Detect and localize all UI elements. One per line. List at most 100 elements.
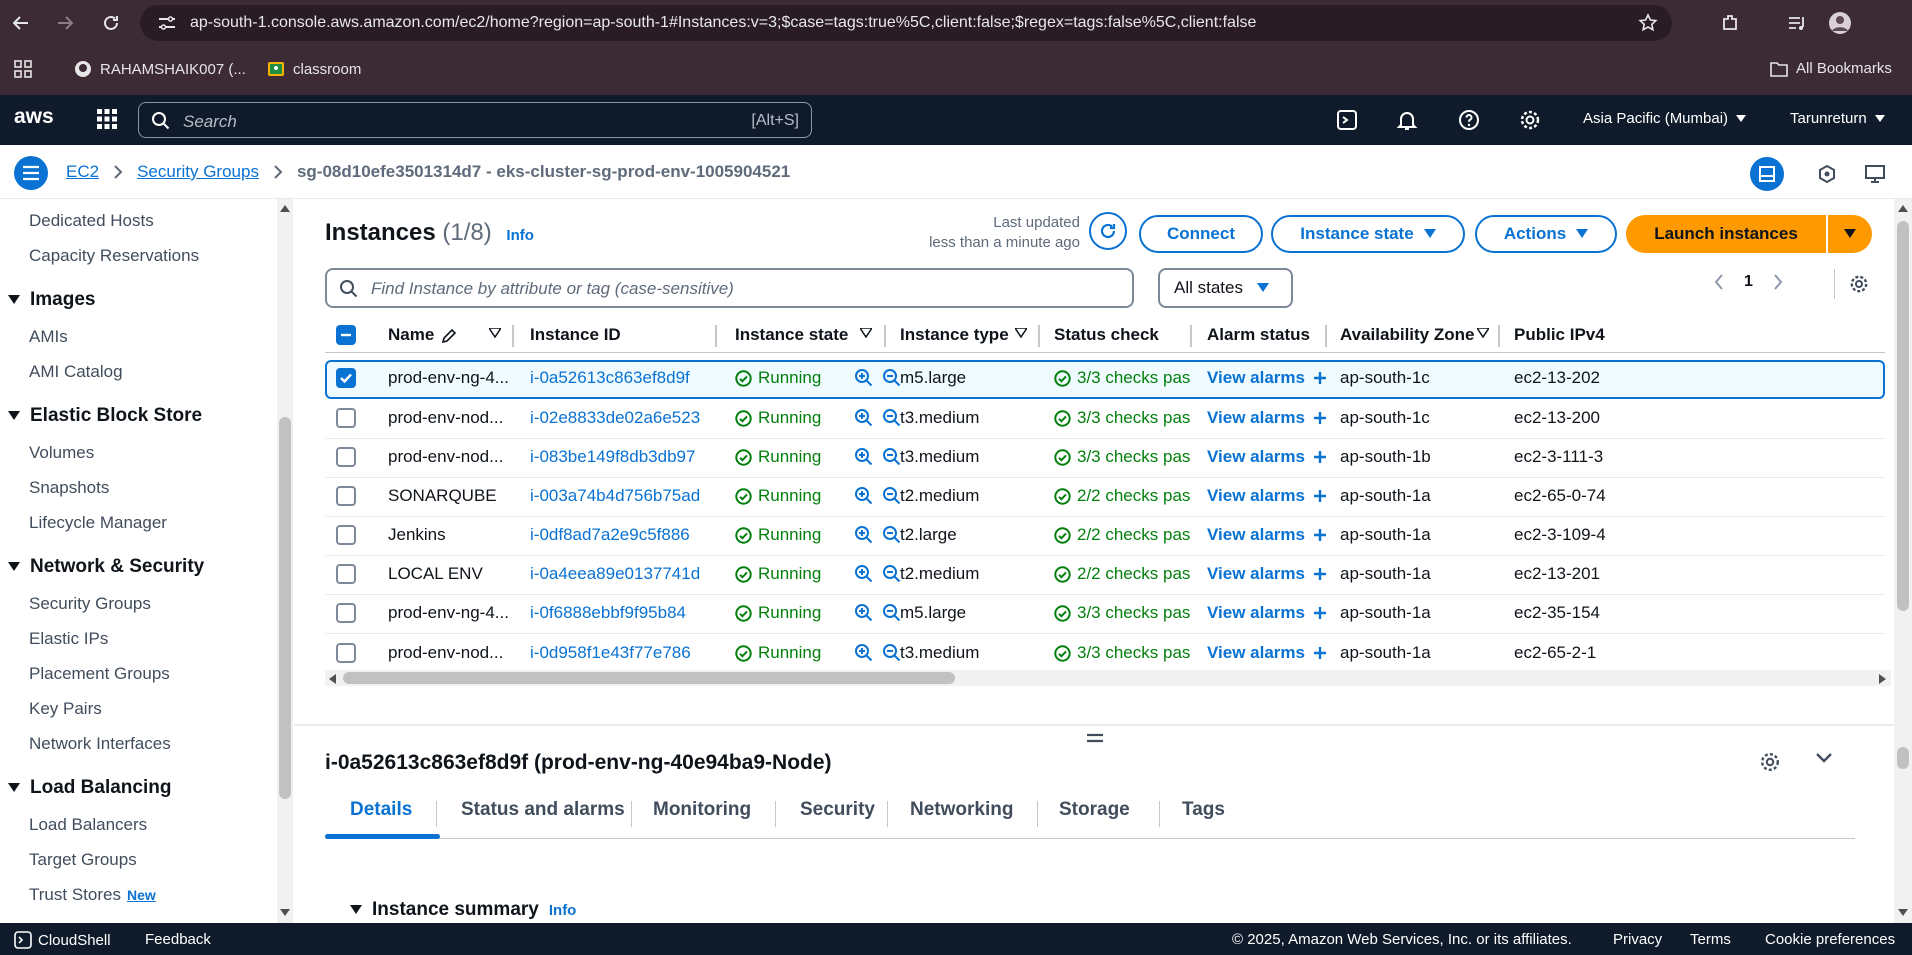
view-alarms-link[interactable]: View alarms	[1207, 603, 1327, 623]
zoom-in-icon[interactable]	[854, 486, 874, 506]
settings-gear-icon[interactable]	[1518, 108, 1542, 132]
split-panel-settings-gear-icon[interactable]	[1759, 751, 1781, 773]
zoom-out-icon[interactable]	[882, 486, 902, 506]
sort-icon[interactable]	[1015, 328, 1027, 338]
privacy-link[interactable]: Privacy	[1613, 931, 1662, 948]
tab-details[interactable]: Details	[350, 799, 412, 821]
zoom-in-icon[interactable]	[854, 564, 874, 584]
tab-tags[interactable]: Tags	[1182, 799, 1225, 821]
extensions-icon[interactable]	[1718, 11, 1742, 35]
scroll-right-icon[interactable]	[1879, 674, 1887, 684]
instance-id-link[interactable]: i-0a4eea89e0137741d	[530, 564, 700, 584]
instance-id-link[interactable]: i-0d958f1e43f77e786	[530, 643, 691, 663]
aws-search-input[interactable]: Search [Alt+S]	[138, 102, 812, 138]
row-checkbox[interactable]	[336, 486, 356, 506]
scroll-up-icon[interactable]	[1898, 205, 1908, 213]
sidebar-item-network-interfaces[interactable]: Network Interfaces	[29, 734, 171, 754]
instance-id-link[interactable]: i-02e8833de02a6e523	[530, 408, 700, 428]
zoom-out-icon[interactable]	[882, 603, 902, 623]
sidebar-item-load-balancers[interactable]: Load Balancers	[29, 815, 147, 835]
column-divider[interactable]	[715, 325, 717, 347]
table-row[interactable]: prod-env-ng-4... i-0f6888ebbf9f95b84 Runni…	[325, 595, 1885, 634]
table-row[interactable]: LOCAL ENV i-0a4eea89e0137741d Running t2.me…	[325, 556, 1885, 595]
instance-id-link[interactable]: i-0a52613c863ef8d9f	[530, 368, 690, 388]
table-row[interactable]: prod-env-ng-4... i-0a52613c863ef8d9f Runni…	[325, 360, 1885, 399]
media-icon[interactable]	[1785, 11, 1809, 35]
sidebar-item-placement-groups[interactable]: Placement Groups	[29, 664, 170, 684]
instance-id-link[interactable]: i-0f6888ebbf9f95b84	[530, 603, 686, 623]
bookmark-github[interactable]: RAHAMSHAIK007 (...	[74, 60, 246, 78]
zoom-out-icon[interactable]	[882, 447, 902, 467]
all-states-select[interactable]: All states	[1158, 268, 1293, 308]
column-divider[interactable]	[1190, 325, 1192, 347]
instance-filter-input[interactable]: Find Instance by attribute or tag (case-…	[325, 268, 1134, 308]
row-checkbox[interactable]	[336, 564, 356, 584]
table-preferences-gear-icon[interactable]	[1834, 269, 1869, 299]
table-row[interactable]: prod-env-nod... i-02e8833de02a6e523 Runnin…	[325, 400, 1885, 439]
reload-icon[interactable]	[98, 10, 124, 36]
horizontal-scroll-thumb[interactable]	[343, 672, 955, 684]
tools-panel-icon[interactable]	[1858, 157, 1892, 191]
info-link[interactable]: Info	[549, 902, 577, 919]
column-divider[interactable]	[1038, 325, 1040, 347]
tab-monitoring[interactable]: Monitoring	[653, 799, 751, 821]
zoom-out-icon[interactable]	[882, 643, 902, 663]
sidebar-group-load-balancing[interactable]: Load Balancing	[8, 777, 171, 799]
chevron-right-icon[interactable]	[1773, 274, 1783, 290]
services-menu-icon[interactable]	[96, 108, 118, 130]
table-row[interactable]: SONARQUBE i-003a74b4d756b75ad Running t2.me…	[325, 478, 1885, 517]
sidebar-group-network-security[interactable]: Network & Security	[8, 556, 204, 578]
terms-link[interactable]: Terms	[1690, 931, 1731, 948]
refresh-button[interactable]	[1089, 212, 1127, 250]
tab-status-and-alarms[interactable]: Status and alarms	[461, 799, 625, 821]
bookmark-star-icon[interactable]	[1638, 13, 1658, 33]
account-menu[interactable]: Tarunreturn	[1790, 110, 1885, 127]
launch-instances-button[interactable]: Launch instances	[1626, 215, 1826, 253]
zoom-out-icon[interactable]	[882, 368, 902, 388]
view-alarms-link[interactable]: View alarms	[1207, 643, 1327, 663]
sort-icon[interactable]	[860, 328, 872, 338]
view-alarms-link[interactable]: View alarms	[1207, 486, 1327, 506]
address-bar[interactable]: ap-south-1.console.aws.amazon.com/ec2/ho…	[140, 5, 1672, 41]
row-checkbox[interactable]	[336, 525, 356, 545]
tab-storage[interactable]: Storage	[1059, 799, 1130, 821]
sidebar-item-amis[interactable]: AMIs	[29, 327, 68, 347]
column-header-alarm-status[interactable]: Alarm status	[1207, 325, 1310, 345]
sidebar-item-key-pairs[interactable]: Key Pairs	[29, 699, 102, 719]
column-header-name[interactable]: Name	[388, 325, 434, 345]
breadcrumb-ec2[interactable]: EC2	[66, 162, 99, 182]
row-checkbox[interactable]	[336, 368, 356, 388]
zoom-in-icon[interactable]	[854, 643, 874, 663]
feedback-link[interactable]: Feedback	[145, 931, 211, 948]
view-alarms-link[interactable]: View alarms	[1207, 525, 1327, 545]
zoom-in-icon[interactable]	[854, 408, 874, 428]
sidebar-item-volumes[interactable]: Volumes	[29, 443, 94, 463]
sidebar-scroll-thumb[interactable]	[279, 417, 291, 799]
zoom-in-icon[interactable]	[854, 525, 874, 545]
sidebar-group-images[interactable]: Images	[8, 289, 95, 311]
column-divider[interactable]	[1325, 325, 1327, 347]
split-panel-icon[interactable]	[1750, 157, 1784, 191]
instance-summary-header[interactable]: Instance summary Info	[350, 899, 576, 921]
connect-button[interactable]: Connect	[1139, 215, 1263, 253]
security-hub-icon[interactable]	[1810, 157, 1844, 191]
all-bookmarks[interactable]: All Bookmarks	[1770, 60, 1892, 77]
column-header-status-check[interactable]: Status check	[1054, 325, 1159, 345]
row-checkbox[interactable]	[336, 603, 356, 623]
edit-pencil-icon[interactable]	[441, 328, 457, 344]
sidebar-item-elastic-ips[interactable]: Elastic IPs	[29, 629, 108, 649]
table-row[interactable]: prod-env-nod... i-083be149f8db3db97 Runnin…	[325, 439, 1885, 478]
zoom-out-icon[interactable]	[882, 564, 902, 584]
main-scroll-thumb[interactable]	[1897, 221, 1909, 611]
view-alarms-link[interactable]: View alarms	[1207, 447, 1327, 467]
column-divider[interactable]	[512, 325, 514, 347]
forward-icon[interactable]	[52, 10, 78, 36]
apps-grid-icon[interactable]	[14, 60, 32, 78]
details-scroll-thumb[interactable]	[1897, 747, 1909, 769]
tab-security[interactable]: Security	[800, 799, 875, 821]
view-alarms-link[interactable]: View alarms	[1207, 368, 1327, 388]
column-header-availability-zone[interactable]: Availability Zone	[1340, 325, 1474, 345]
region-selector[interactable]: Asia Pacific (Mumbai)	[1583, 110, 1747, 127]
notifications-bell-icon[interactable]	[1395, 108, 1419, 132]
instance-id-link[interactable]: i-0df8ad7a2e9c5f886	[530, 525, 690, 545]
